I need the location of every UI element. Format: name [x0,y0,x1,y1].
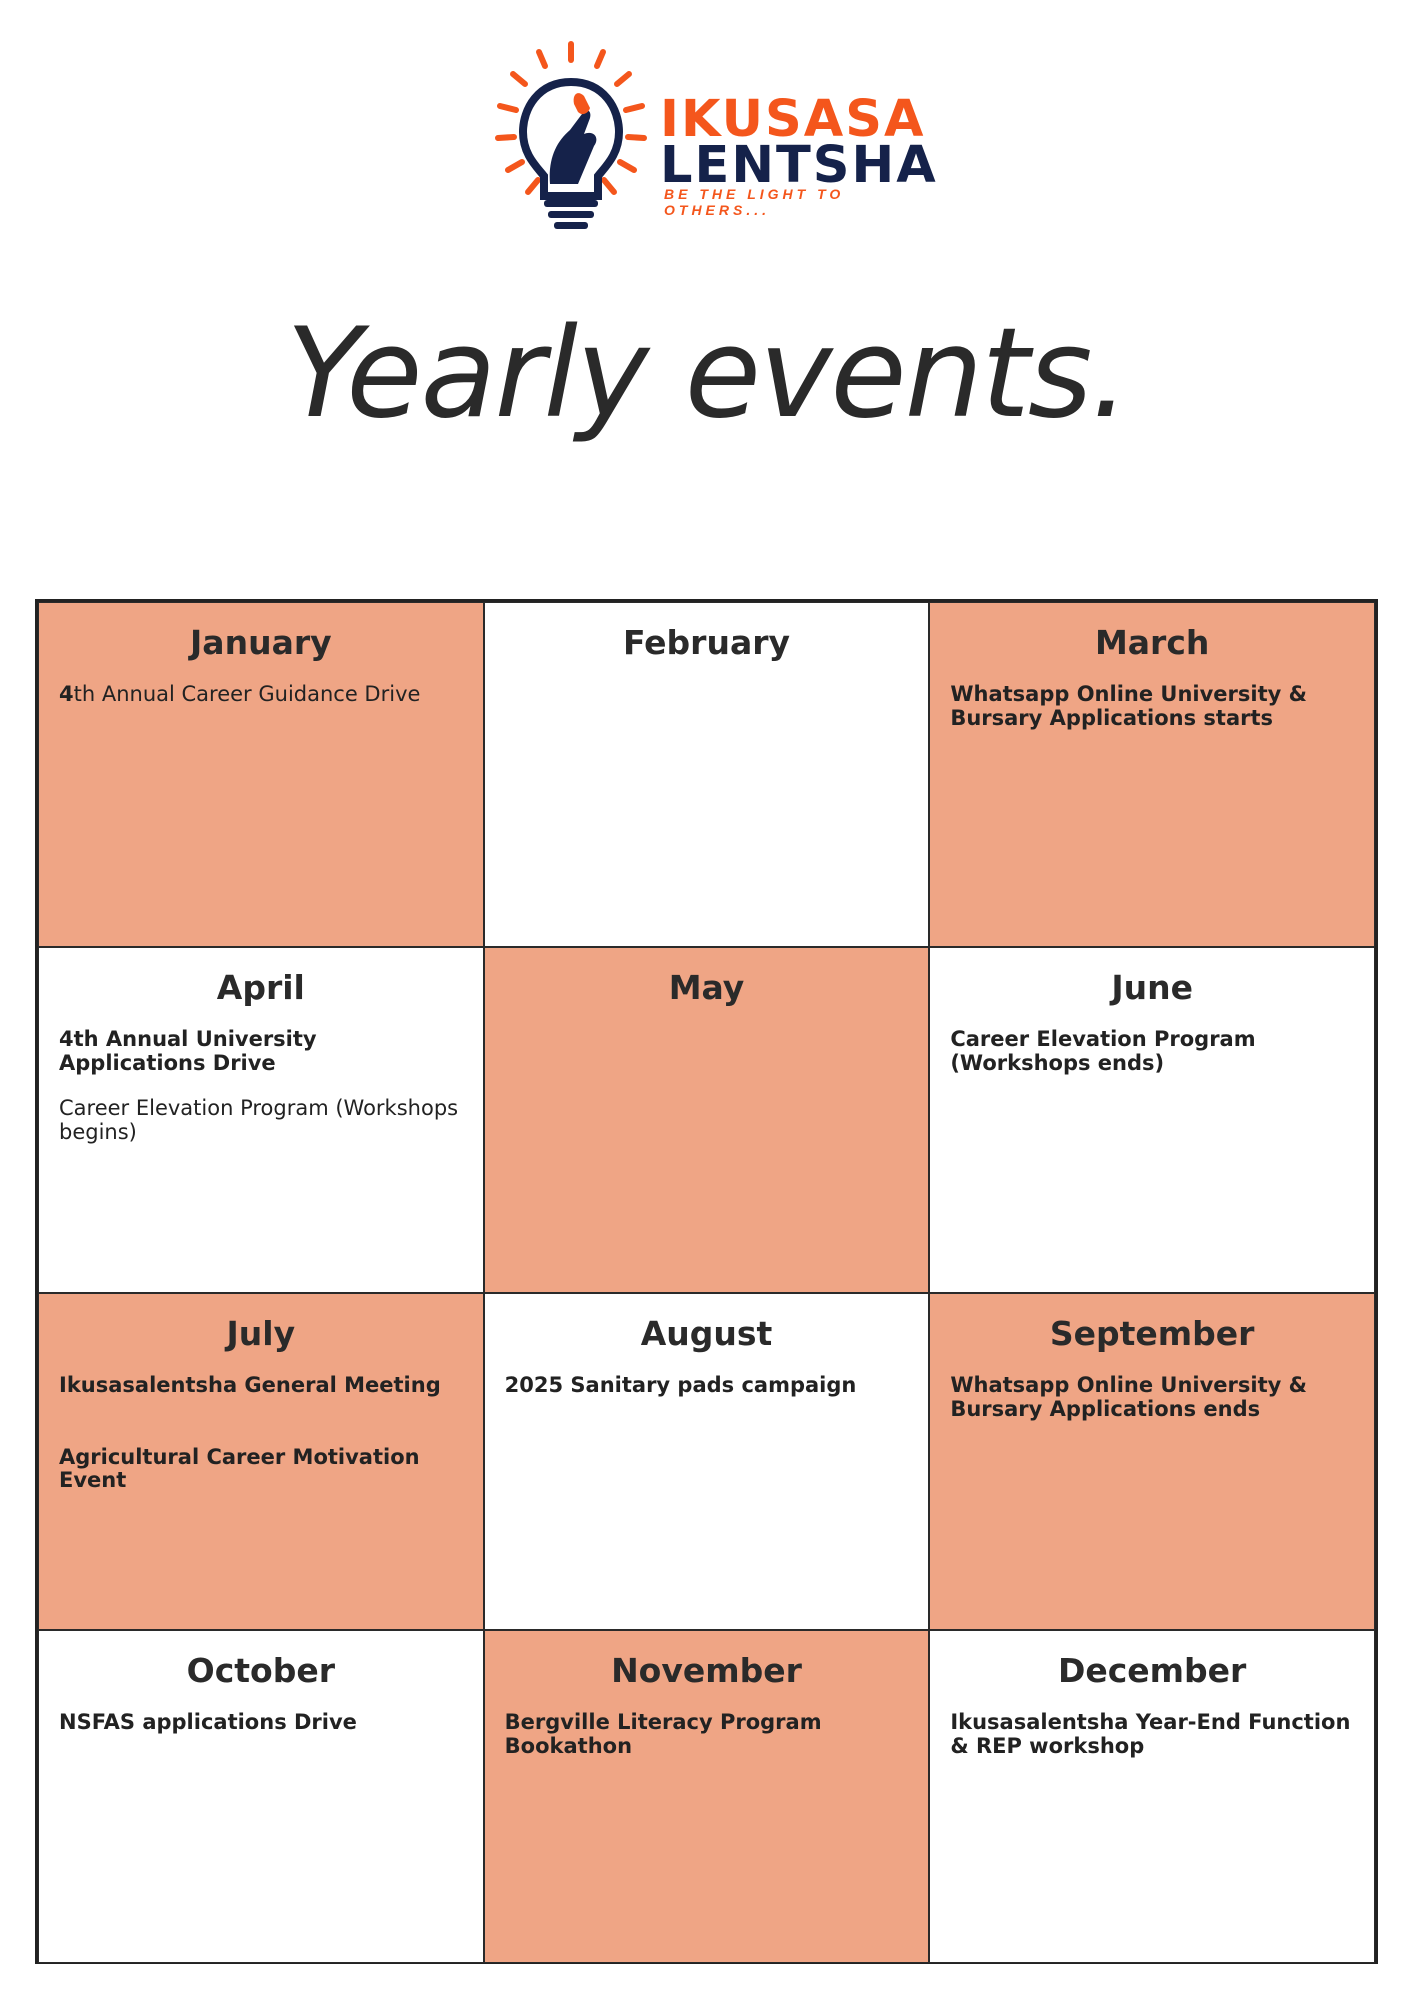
month-title: January [190,623,332,662]
month-title: September [1049,1314,1255,1353]
month-cell-september: September Whatsapp Online University & B… [929,1293,1375,1630]
month-title: August [640,1314,773,1353]
brand-tagline: BE THE LIGHT TO OTHERS... [664,186,845,218]
event-item: 4th Annual University Applications Drive [59,1027,317,1075]
event-item: Career Elevation Program (Workshops ends… [950,1027,1256,1075]
month-cell-june: June Career Elevation Program (Workshops… [929,947,1375,1293]
month-cell-july: July Ikusasalentsha General Meeting Agri… [38,1293,484,1630]
month-title: November [611,1651,802,1690]
month-cell-january: January 4th Annual Career Guidance Drive [38,602,484,947]
event-item: 4th Annual Career Guidance Drive [59,682,421,707]
month-title: October [186,1651,335,1690]
month-cell-february: February [483,602,930,947]
month-cell-may: May [483,947,930,1293]
event-item: NSFAS applications Drive [59,1710,357,1735]
month-title: July [226,1314,296,1353]
month-title: June [1111,968,1193,1007]
yearly-events-grid: January 4th Annual Career Guidance Drive… [35,599,1378,1964]
month-cell-november: November Bergville Literacy Program Book… [483,1630,930,1963]
event-item: Ikusasalentsha Year-End Function & REP w… [950,1710,1351,1758]
month-cell-october: October NSFAS applications Drive [38,1630,484,1963]
month-title: May [668,968,745,1007]
month-cell-december: December Ikusasalentsha Year-End Functio… [929,1630,1375,1963]
event-item: Whatsapp Online University & Bursary App… [950,682,1307,730]
month-title: April [216,968,305,1007]
month-title: February [622,623,790,662]
event-item: 2025 Sanitary pads campaign [504,1373,857,1398]
brand-logo: IKUSASA LENTSHA BE THE LIGHT TO OTHERS..… [478,34,938,234]
event-item: Ikusasalentsha General Meeting [59,1373,441,1398]
lightbulb-hand-icon [495,41,647,229]
page-title: Yearly events. [286,302,1130,446]
month-title: December [1057,1651,1247,1690]
event-item: Career Elevation Program (Workshops begi… [59,1096,459,1144]
month-cell-march: March Whatsapp Online University & Bursa… [929,602,1375,947]
month-title: March [1094,623,1210,662]
event-item: Bergville Literacy Program Bookathon [504,1710,822,1758]
brand-name-line2: LENTSHA [660,136,938,195]
month-cell-august: August 2025 Sanitary pads campaign [483,1293,930,1630]
event-item: Agricultural Career Motivation Event [59,1444,420,1493]
event-item: Whatsapp Online University & Bursary App… [950,1373,1307,1421]
month-cell-april: April 4th Annual University Applications… [38,947,484,1293]
